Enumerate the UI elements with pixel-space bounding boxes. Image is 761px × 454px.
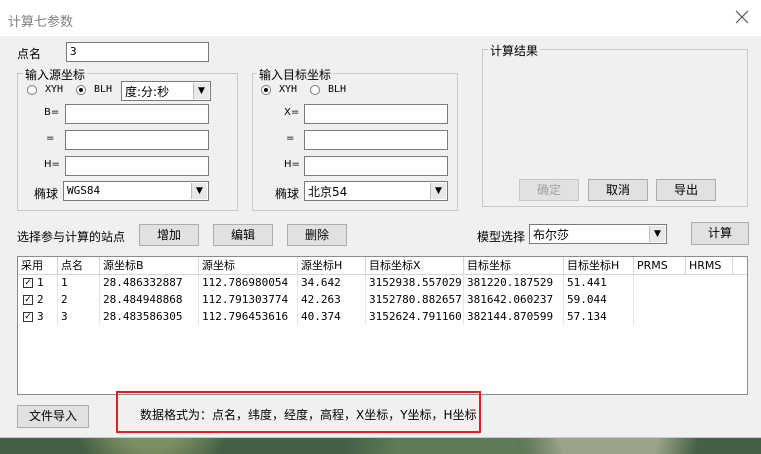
angle-format-select[interactable]: 度:分:秒 ▼ [121,81,211,101]
use-checkbox[interactable]: ✓ [23,312,33,322]
model-select[interactable]: 布尔莎 ▼ [529,224,667,244]
column-header[interactable]: 源坐标 [199,257,298,274]
target-xyh-radio[interactable] [261,85,271,95]
source-group-title: 输入源坐标 [23,66,88,83]
dialog-window: 计算七参数 点名 3 输入源坐标 XYH BLH 度:分:秒 ▼ B= = H=… [0,0,761,438]
target-ellipsoid-value: 北京54 [308,185,348,199]
format-note: 数据格式为：点名，纬度，经度，高程，X坐标，Y坐标，H坐标 [140,408,477,422]
target-h-input[interactable] [304,156,448,176]
source-h-cell: 40.374 [298,309,366,325]
add-station-button[interactable]: 增加 [139,224,199,246]
source-field2-label: = [46,133,55,144]
column-header[interactable]: 点名 [58,257,100,274]
column-header[interactable]: PRMS [634,257,686,274]
source-ellipsoid-label: 椭球 [34,187,59,201]
target-h-cell: 57.134 [564,309,634,325]
title-bar: 计算七参数 [0,0,761,36]
model-value: 布尔莎 [533,228,570,242]
source-b-cell: 28.483586305 [100,309,199,325]
target-field1-label: X= [284,107,300,118]
target-x-cell: 3152938.557029 [366,275,464,291]
source-l-cell: 112.791303774 [199,292,298,308]
edit-station-button[interactable]: 编辑 [213,224,273,246]
target-y-cell: 381642.060237 [464,292,564,308]
source-blh-radio[interactable] [76,85,86,95]
target-field3-label: H= [284,159,300,170]
source-field1-label: B= [44,107,60,118]
delete-station-button[interactable]: 删除 [287,224,347,246]
cancel-button[interactable]: 取消 [588,179,648,201]
target-x-cell: 3152780.882657 [366,292,464,308]
target-h-cell: 59.044 [564,292,634,308]
name-cell: 3 [58,309,100,325]
chevron-down-icon: ▼ [649,226,665,242]
use-cell: 2 [35,292,58,308]
angle-format-value: 度:分:秒 [125,85,170,99]
target-h-cell: 51.441 [564,275,634,291]
column-header[interactable]: 源坐标B [100,257,199,274]
name-cell: 1 [58,275,100,291]
column-header[interactable]: 目标坐标 [464,257,564,274]
source-xyh-label: XYH [45,84,64,95]
target-x-input[interactable] [304,104,448,124]
target-group-title: 输入目标坐标 [257,66,334,83]
source-ellipsoid-value: WGS84 [67,184,101,197]
column-header[interactable]: 采用 [18,257,58,274]
target-y-cell: 382144.870599 [464,309,564,325]
source-h-cell: 42.263 [298,292,366,308]
source-l-cell: 112.786980054 [199,275,298,291]
result-group-title: 计算结果 [488,42,541,59]
source-ellipsoid-select[interactable]: WGS84 ▼ [63,181,209,201]
source-l-input[interactable] [65,130,209,150]
target-y-input[interactable] [304,130,448,150]
source-b-cell: 28.484948868 [100,292,199,308]
table-header: 采用 点名 源坐标B 源坐标 源坐标H 目标坐标X 目标坐标 目标坐标H PRM… [18,257,747,275]
name-cell: 2 [58,292,100,308]
use-cell: 1 [35,275,58,291]
source-blh-label: BLH [94,84,113,95]
column-header[interactable]: HRMS [686,257,733,274]
column-header[interactable]: 目标坐标H [564,257,634,274]
target-ellipsoid-label: 椭球 [275,187,300,201]
use-checkbox[interactable]: ✓ [23,278,33,288]
chevron-down-icon: ▼ [191,183,207,199]
source-field3-label: H= [44,159,60,170]
column-header[interactable]: 目标坐标X [366,257,464,274]
table-row[interactable]: ✓ 3 3 28.483586305 112.796453616 40.374 … [18,309,733,325]
source-xyh-radio[interactable] [27,85,37,95]
table-row[interactable]: ✓ 2 2 28.484948868 112.791303774 42.263 … [18,292,733,308]
compute-button[interactable]: 计算 [691,222,749,245]
target-ellipsoid-select[interactable]: 北京54 ▼ [304,181,448,201]
target-y-cell: 381220.187529 [464,275,564,291]
target-blh-label: BLH [328,84,347,95]
target-x-cell: 3152624.791160 [366,309,464,325]
chevron-down-icon: ▼ [193,83,209,99]
point-name-label: 点名 [17,47,42,61]
window-title: 计算七参数 [8,15,74,30]
stations-table[interactable]: 采用 点名 源坐标B 源坐标 源坐标H 目标坐标X 目标坐标 目标坐标H PRM… [17,256,748,395]
source-l-cell: 112.796453616 [199,309,298,325]
close-icon[interactable] [735,8,751,24]
use-checkbox[interactable]: ✓ [23,295,33,305]
source-b-input[interactable] [65,104,209,124]
target-field2-label: = [286,133,295,144]
point-name-input[interactable]: 3 [66,42,209,62]
target-blh-radio[interactable] [310,85,320,95]
confirm-button[interactable]: 确定 [519,179,579,201]
chevron-down-icon: ▼ [430,183,446,199]
export-button[interactable]: 导出 [656,179,716,201]
column-header[interactable]: 源坐标H [298,257,366,274]
target-xyh-label: XYH [279,84,298,95]
source-h-cell: 34.642 [298,275,366,291]
use-cell: 3 [35,309,58,325]
source-b-cell: 28.486332887 [100,275,199,291]
stations-label: 选择参与计算的站点 [17,230,126,244]
file-import-button[interactable]: 文件导入 [17,405,89,428]
table-row[interactable]: ✓ 1 1 28.486332887 112.786980054 34.642 … [18,275,733,291]
model-label: 模型选择 [477,230,526,244]
source-h-input[interactable] [65,156,209,176]
